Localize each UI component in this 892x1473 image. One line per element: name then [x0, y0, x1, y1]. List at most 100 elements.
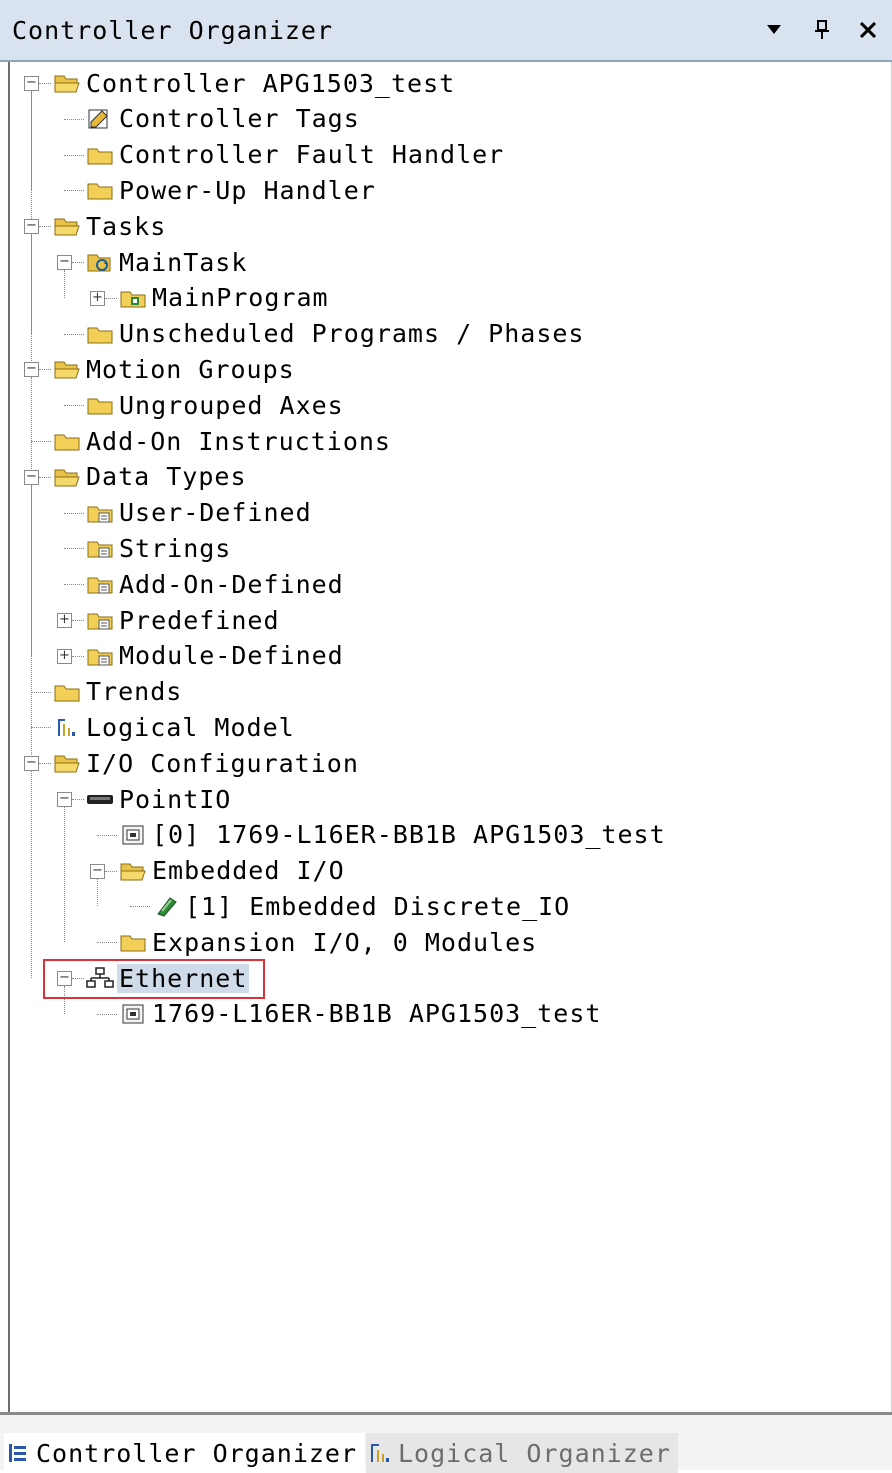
- tree-item-label: Embedded I/O: [152, 856, 345, 886]
- folder-icon: [52, 679, 82, 705]
- tree-item[interactable]: Embedded I/O: [118, 854, 347, 888]
- tree-item[interactable]: Controller APG1503_test: [52, 66, 457, 100]
- tree-connector: [31, 441, 51, 442]
- collapse-icon[interactable]: −: [24, 76, 39, 91]
- tree-connector: [72, 655, 84, 657]
- datatype-folder-icon: [85, 607, 115, 633]
- tree-item[interactable]: Power-Up Handler: [85, 173, 378, 207]
- tags-icon: [85, 106, 115, 132]
- tree-item-label: Logical Model: [86, 712, 295, 742]
- folder-open-icon: [52, 356, 82, 382]
- dropdown-button[interactable]: [756, 12, 792, 48]
- tree-item-label: Predefined: [119, 605, 280, 635]
- pin-button[interactable]: [804, 12, 840, 48]
- tree-item[interactable]: Strings: [85, 531, 233, 565]
- panel-titlebar: Controller Organizer: [0, 0, 892, 62]
- folder-icon: [85, 321, 115, 347]
- tree-item[interactable]: [1] Embedded Discrete_IO: [151, 889, 572, 923]
- tree-item[interactable]: Ungrouped Axes: [85, 388, 346, 422]
- expand-icon[interactable]: +: [90, 290, 105, 306]
- tree-item-label: Power-Up Handler: [119, 175, 376, 205]
- tree-item[interactable]: Tasks: [52, 209, 168, 243]
- collapse-icon[interactable]: −: [57, 792, 72, 807]
- tree-item[interactable]: Controller Tags: [85, 102, 362, 136]
- tree-item-label: PointIO: [119, 784, 232, 814]
- folder-open-icon: [52, 464, 82, 490]
- module-icon: [118, 1001, 148, 1027]
- folder-icon: [52, 428, 82, 454]
- tree-item-label: Module-Defined: [119, 641, 344, 671]
- tree-item[interactable]: Motion Groups: [52, 352, 297, 386]
- folder-icon: [85, 142, 115, 168]
- tree-connector: [39, 226, 51, 228]
- tree-item-label: Add-On-Defined: [119, 569, 344, 599]
- tree-item[interactable]: MainProgram: [118, 281, 331, 315]
- module-icon: [118, 822, 148, 848]
- tab-label: Logical Organizer: [398, 1438, 671, 1468]
- tree-connector: [97, 942, 117, 944]
- expand-icon[interactable]: +: [57, 613, 72, 628]
- tree-item-label: [0] 1769-L16ER-BB1B APG1503_test: [152, 820, 666, 850]
- expand-icon[interactable]: +: [57, 648, 72, 664]
- tree-item[interactable]: Data Types: [52, 460, 249, 494]
- tree-item[interactable]: Add-On Instructions: [52, 424, 393, 458]
- tree-item[interactable]: [0] 1769-L16ER-BB1B APG1503_test: [118, 818, 668, 852]
- close-button[interactable]: [850, 12, 886, 48]
- collapse-icon[interactable]: −: [24, 362, 39, 378]
- tree-connector: [64, 154, 84, 156]
- tree-item[interactable]: Trends: [52, 675, 184, 709]
- tree-connector: [31, 91, 32, 764]
- tree-item[interactable]: Module-Defined: [85, 639, 346, 673]
- tree-connector: [72, 799, 84, 800]
- tree-item-label: Controller Tags: [119, 104, 360, 134]
- chevron-down-icon: [767, 25, 781, 34]
- tree-connector: [31, 691, 51, 693]
- tree-connector: [39, 476, 51, 478]
- folder-open-icon: [52, 750, 82, 776]
- tree-connector: [105, 297, 117, 299]
- collapse-icon[interactable]: −: [24, 756, 39, 772]
- tree-item[interactable]: PointIO: [85, 782, 233, 816]
- logical-model-icon: [52, 714, 82, 740]
- tree-connector: [39, 763, 51, 765]
- tree-connector: [130, 906, 150, 908]
- folder-icon: [118, 929, 148, 955]
- backplane-icon: [85, 786, 115, 812]
- tree-item[interactable]: Add-On-Defined: [85, 567, 346, 601]
- tree-connector: [39, 369, 51, 371]
- tree-item-label: Controller APG1503_test: [86, 68, 456, 98]
- folder-open-icon: [52, 70, 82, 96]
- tree-item[interactable]: MainTask: [85, 245, 249, 279]
- tree-item-label: Expansion I/O, 0 Modules: [152, 927, 538, 957]
- tree-item-label: 1769-L16ER-BB1B APG1503_test: [152, 999, 602, 1029]
- tree-connector: [64, 190, 84, 192]
- organizer-tab-bar: Controller Organizer Logical Organizer: [0, 1412, 892, 1473]
- collapse-icon[interactable]: −: [57, 255, 72, 270]
- controller-organizer-tree[interactable]: − Controller APG1503_test Controller Tags C…: [8, 62, 892, 1412]
- tab-controller-organizer[interactable]: Controller Organizer: [4, 1433, 366, 1473]
- tab-logical-organizer[interactable]: Logical Organizer: [366, 1433, 678, 1473]
- collapse-icon[interactable]: −: [24, 219, 39, 235]
- folder-open-icon: [52, 213, 82, 239]
- tree-item[interactable]: Controller Fault Handler: [85, 138, 506, 172]
- tree-item[interactable]: Logical Model: [52, 710, 297, 744]
- selection-highlight: [43, 959, 265, 999]
- tree-item-label: Ungrouped Axes: [119, 390, 344, 420]
- tree-item-label: User-Defined: [119, 498, 312, 528]
- tree-item[interactable]: Predefined: [85, 603, 282, 637]
- tree-connector: [105, 870, 117, 872]
- tree-item-label: I/O Configuration: [86, 748, 359, 778]
- tree-connector: [31, 771, 32, 978]
- tree-item[interactable]: 1769-L16ER-BB1B APG1503_test: [118, 997, 603, 1031]
- tree-item[interactable]: Expansion I/O, 0 Modules: [118, 925, 539, 959]
- tree-item-label: Motion Groups: [86, 354, 295, 384]
- collapse-icon[interactable]: −: [24, 469, 39, 485]
- tree-item[interactable]: User-Defined: [85, 496, 314, 530]
- tree-item[interactable]: I/O Configuration: [52, 746, 361, 780]
- tree-item[interactable]: Unscheduled Programs / Phases: [85, 317, 587, 351]
- collapse-icon[interactable]: −: [90, 863, 105, 879]
- tree-connector: [39, 83, 51, 84]
- tree-connector: [64, 512, 84, 514]
- tree-item-label: [1] Embedded Discrete_IO: [185, 891, 571, 921]
- tree-connector: [31, 727, 51, 729]
